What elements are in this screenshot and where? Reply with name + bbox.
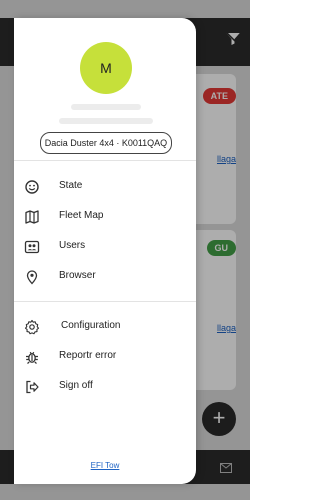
location-pin-icon — [24, 269, 40, 285]
footer-link[interactable]: EFI Tow — [14, 461, 196, 470]
navigation-drawer: M Dacia Duster 4x4 · K0011QAQ State Flee… — [14, 18, 196, 484]
menu-item-fleet-map[interactable]: Fleet Map — [14, 202, 196, 232]
menu-label-users: Users — [59, 240, 86, 251]
menu-item-browser[interactable]: Browser — [14, 262, 196, 292]
menu-label-fleet-map: Fleet Map — [59, 210, 104, 221]
menu-label-browser: Browser — [59, 270, 96, 281]
map-icon — [24, 209, 40, 225]
menu-item-sign-off[interactable]: Sign off — [14, 372, 196, 402]
divider — [14, 301, 196, 302]
menu-label-configuration: Configuration — [61, 320, 121, 331]
smiley-icon — [24, 179, 40, 195]
menu-item-users[interactable]: Users — [14, 232, 196, 262]
menu-label-sign-off: Sign off — [59, 380, 93, 391]
email-placeholder — [59, 118, 153, 124]
menu-item-configuration[interactable]: Configuration — [14, 312, 196, 342]
gear-icon — [24, 319, 40, 335]
vehicle-selector[interactable]: Dacia Duster 4x4 · K0011QAQ — [40, 132, 172, 154]
username-placeholder — [71, 104, 141, 110]
users-icon — [24, 239, 40, 255]
sign-out-icon — [24, 379, 40, 395]
bug-icon — [24, 349, 40, 365]
avatar[interactable]: M — [80, 42, 132, 94]
menu-item-state[interactable]: State — [14, 172, 196, 202]
menu-label-report-error: Reportr error — [59, 350, 117, 361]
menu-label-state: State — [59, 180, 83, 191]
menu-item-report-error[interactable]: Reportr error — [14, 342, 196, 372]
divider — [14, 160, 196, 161]
